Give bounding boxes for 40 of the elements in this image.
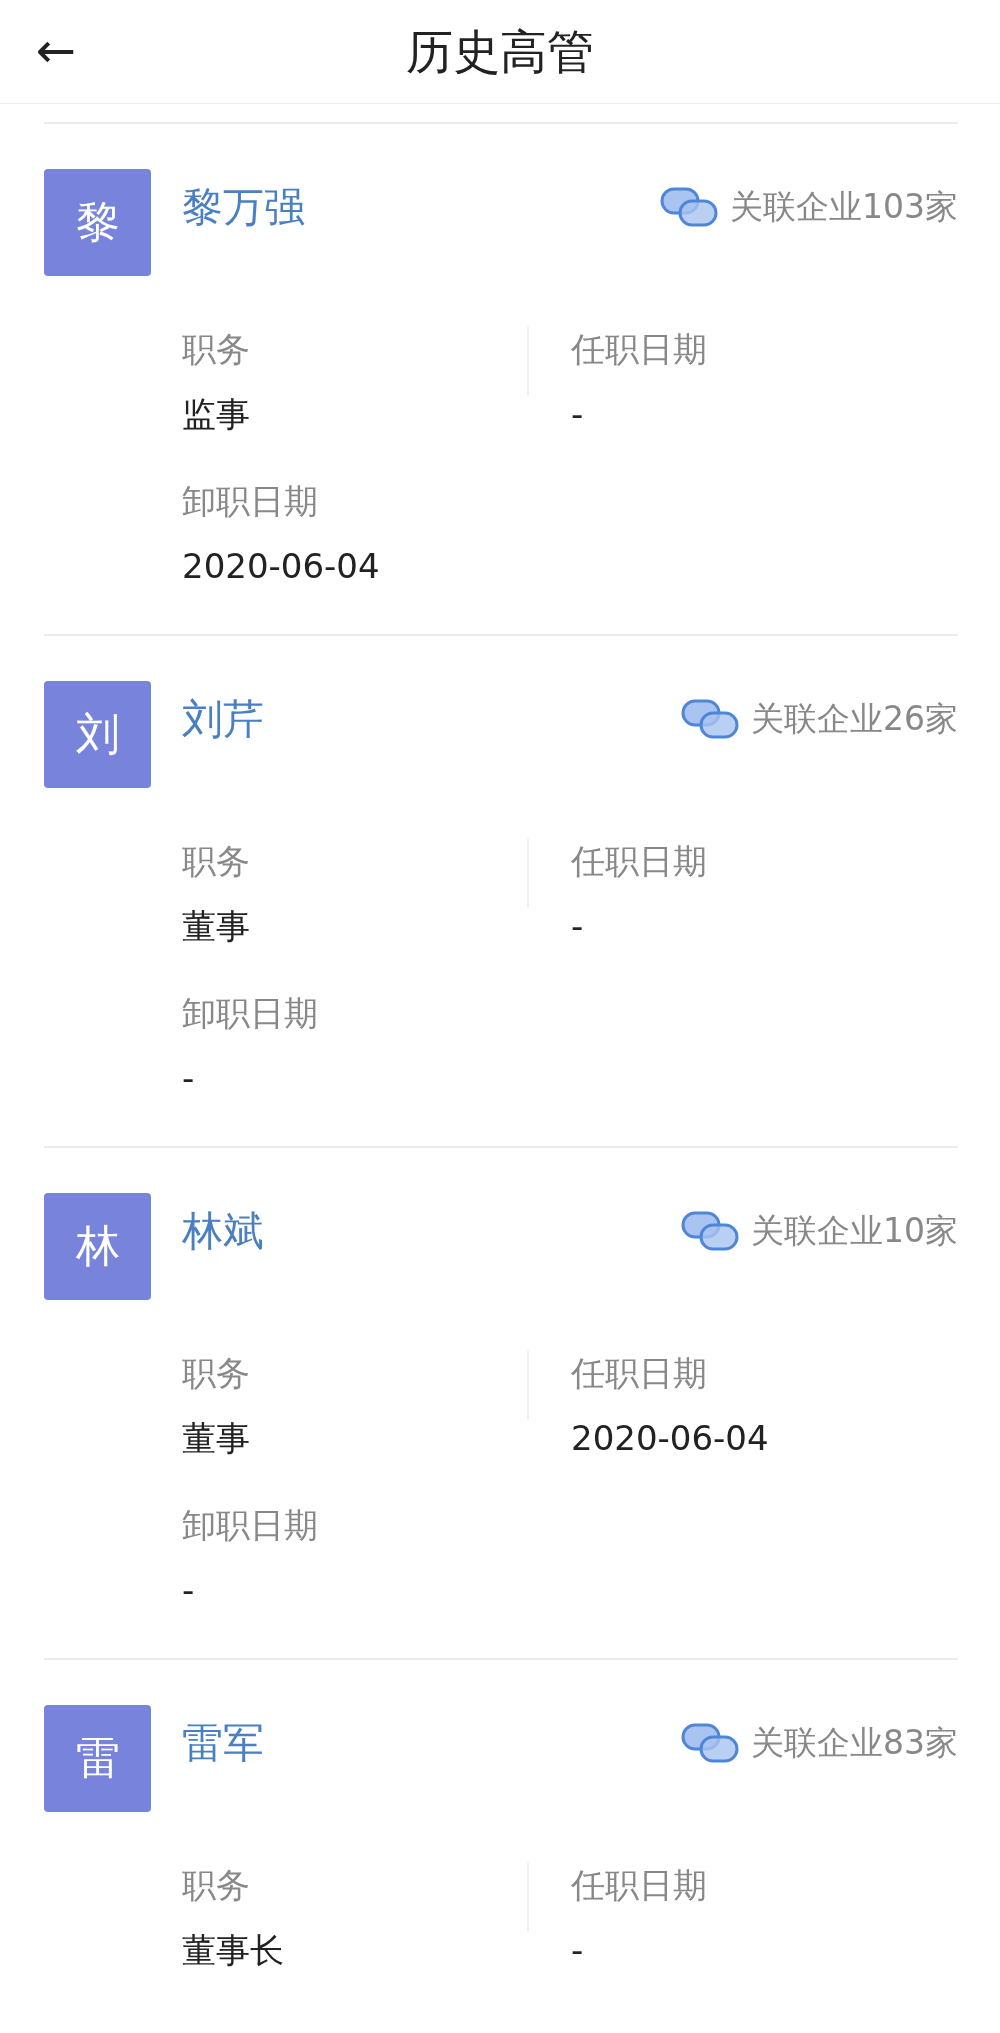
field-value: 监事 <box>182 393 250 436</box>
field-value: 董事 <box>182 905 250 948</box>
related-companies-count[interactable]: 关联企业103家 <box>730 181 958 233</box>
field-value: 董事 <box>182 1417 250 1460</box>
related-companies-count[interactable]: 关联企业83家 <box>751 1717 958 1769</box>
field-value: - <box>571 393 584 436</box>
field-value: - <box>182 1569 195 1612</box>
field-label: 职务 <box>182 1864 250 1907</box>
avatar: 雷 <box>44 1705 151 1812</box>
field-label: 职务 <box>182 328 250 371</box>
person-name-link[interactable]: 林斌 <box>182 1203 264 1259</box>
linked-rings-icon <box>681 1211 739 1251</box>
field-label: 职务 <box>182 840 250 883</box>
field-value: - <box>571 905 584 948</box>
avatar: 林 <box>44 1193 151 1300</box>
page-title: 历史高管 <box>406 22 594 81</box>
person-name-link[interactable]: 黎万强 <box>182 179 305 235</box>
field-label: 任职日期 <box>571 1864 707 1907</box>
avatar: 刘 <box>44 681 151 788</box>
related-companies-count[interactable]: 关联企业10家 <box>751 1205 958 1257</box>
field-label: 任职日期 <box>571 328 707 371</box>
field-label: 卸职日期 <box>182 480 318 523</box>
back-button[interactable]: ← <box>30 22 83 78</box>
field-value: 董事长 <box>182 1929 284 1972</box>
person-name-link[interactable]: 雷军 <box>182 1715 264 1771</box>
linked-rings-icon <box>660 187 718 227</box>
field-label: 卸职日期 <box>182 992 318 1035</box>
person-name-link[interactable]: 刘芹 <box>182 691 264 747</box>
field-value: 2020-06-04 <box>182 545 380 588</box>
linked-rings-icon <box>681 1723 739 1763</box>
field-value: - <box>182 1057 195 1100</box>
linked-rings-icon <box>681 699 739 739</box>
field-value: - <box>571 1929 584 1972</box>
related-companies-count[interactable]: 关联企业26家 <box>751 693 958 745</box>
field-value: 2020-06-04 <box>571 1417 769 1460</box>
field-label: 任职日期 <box>571 840 707 883</box>
field-label: 卸职日期 <box>182 1504 318 1547</box>
field-label: 任职日期 <box>571 1352 707 1395</box>
field-label: 职务 <box>182 1352 250 1395</box>
avatar: 黎 <box>44 169 151 276</box>
